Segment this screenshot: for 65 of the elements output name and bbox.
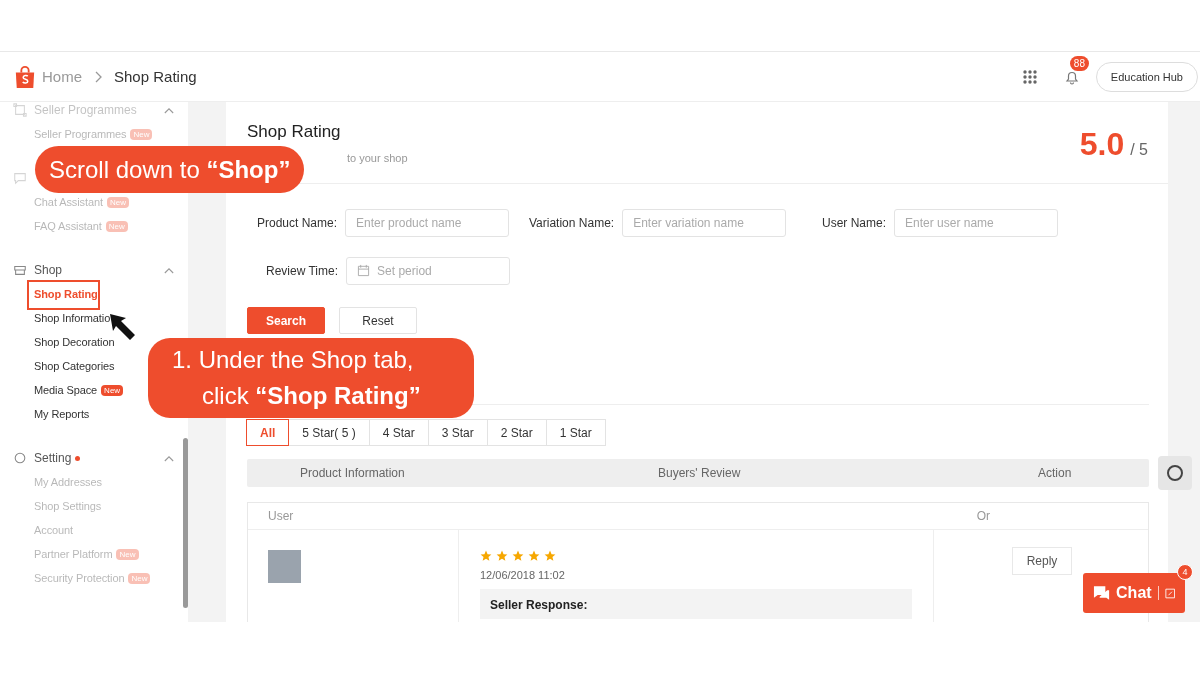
star-icon: [480, 550, 492, 562]
collapse-caret-icon[interactable]: [164, 266, 174, 274]
input-field[interactable]: Enter variation name: [622, 209, 787, 237]
collapse-caret-icon[interactable]: [164, 106, 174, 114]
sidebar-section-title[interactable]: Setting: [34, 451, 72, 465]
new-badge: New: [130, 128, 153, 140]
page-subtitle: to your shop: [347, 152, 408, 164]
star-icon: [496, 550, 508, 562]
row-header-label: Or: [976, 509, 990, 523]
expand-icon: [1164, 587, 1175, 599]
filter-tab[interactable]: 2 Star: [486, 419, 547, 446]
new-badge: New: [101, 384, 124, 396]
input-field[interactable]: Enter product name: [345, 209, 510, 237]
sidebar-item[interactable]: Shop Decoration: [34, 336, 115, 348]
new-badge: New: [128, 572, 151, 584]
collapse-caret-icon[interactable]: [164, 454, 174, 462]
chat-button[interactable]: Chat: [1083, 573, 1185, 613]
sidebar-item[interactable]: Shop Categories: [34, 360, 115, 372]
sidebar-section-title[interactable]: Shop: [34, 263, 63, 277]
input-field[interactable]: Set period: [346, 257, 511, 285]
input-field[interactable]: Enter user name: [894, 209, 1058, 237]
new-badge: New: [116, 548, 139, 560]
apps-grid-icon[interactable]: [1021, 68, 1038, 85]
column-header: Product Information: [300, 466, 406, 480]
sidebar-item[interactable]: Shop Rating: [34, 288, 98, 300]
callout: 1. Under the Shop tab, click “Shop Rating”: [148, 338, 474, 418]
new-badge: New: [106, 196, 129, 208]
sidebar-item[interactable]: Shop Informatio: [34, 312, 111, 324]
row-header-label: User: [268, 509, 294, 523]
search-button[interactable]: Search: [247, 307, 325, 334]
rating-max: / 5: [1130, 141, 1148, 158]
photo-placeholder: [268, 550, 301, 583]
field-label: User Name:: [822, 216, 886, 230]
column-header: Action: [1038, 466, 1072, 480]
filter-tab[interactable]: 4 Star: [368, 419, 429, 446]
scrollbar[interactable]: [183, 438, 188, 608]
sidebar-item[interactable]: Media Space: [34, 384, 98, 396]
shop-bag-logo-icon[interactable]: [14, 63, 36, 90]
education-hub-button[interactable]: Education Hub: [1095, 61, 1198, 92]
filter-tab[interactable]: 1 Star: [545, 419, 606, 446]
headset-button[interactable]: [1158, 456, 1192, 490]
reset-button[interactable]: Reset: [339, 307, 417, 334]
column-header: Buyers' Review: [658, 466, 742, 480]
new-badge: New: [105, 220, 128, 232]
field-label: Review Time:: [266, 264, 339, 278]
star-icon: [512, 550, 524, 562]
filter-tab[interactable]: 5 Star( 5 ): [288, 419, 370, 446]
rating-score: 5.0: [1079, 126, 1125, 162]
reply-button[interactable]: Reply: [1012, 547, 1072, 575]
chevron-right-icon: [94, 70, 102, 83]
star-icon: [528, 550, 540, 562]
filter-tab[interactable]: All: [246, 419, 290, 446]
callout: Scroll down to “Shop”: [35, 146, 305, 193]
star-icon: [544, 550, 556, 562]
calendar-icon: [357, 264, 371, 277]
sidebar-item[interactable]: My Reports: [34, 408, 90, 420]
filter-tab[interactable]: 3 Star: [427, 419, 488, 446]
review-date: 12/06/2018 11:02: [480, 569, 566, 581]
breadcrumb-current: Shop Rating: [114, 68, 197, 85]
seller-response-label: Seller Response:: [490, 598, 588, 612]
page-title: Shop Rating: [247, 122, 342, 142]
notification-badge: 88: [1069, 55, 1089, 71]
field-label: Variation Name:: [529, 216, 615, 230]
chat-bubble-icon: [1093, 585, 1111, 601]
field-label: Product Name:: [257, 216, 338, 230]
